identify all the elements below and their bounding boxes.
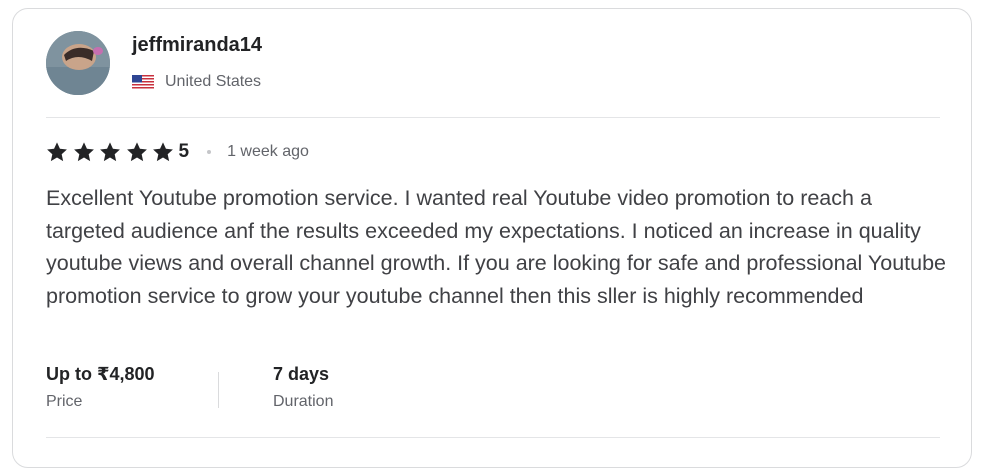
star-icon — [100, 142, 120, 162]
us-flag-icon — [132, 74, 154, 90]
star-icon — [73, 142, 94, 162]
separator-dot — [207, 150, 212, 154]
star-icon — [153, 142, 173, 162]
star-icon — [47, 142, 67, 162]
country-name: United States — [165, 73, 262, 90]
star-icon — [126, 142, 147, 162]
rating-value: 5 — [178, 141, 190, 162]
price-detail: Up to ₹4,800 Price — [46, 364, 155, 411]
star-rating — [46, 141, 179, 163]
detail-separator — [218, 372, 219, 408]
avatar-photo — [46, 31, 110, 95]
divider — [46, 437, 940, 438]
divider — [46, 117, 940, 118]
duration-label: Duration — [273, 393, 334, 410]
price-label: Price — [46, 393, 83, 410]
avatar[interactable] — [46, 31, 110, 95]
rating-row: 5 1 week ago — [46, 140, 309, 164]
duration-detail: 7 days Duration — [273, 364, 333, 411]
review-text: Excellent Youtube promotion service. I w… — [46, 186, 947, 308]
reviewer-username[interactable]: jeffmiranda14 — [132, 34, 262, 57]
duration-value: 7 days — [273, 364, 330, 384]
reviewer-country: United States — [132, 72, 261, 92]
review-time: 1 week ago — [227, 143, 309, 160]
price-value: Up to ₹4,800 — [46, 364, 155, 384]
